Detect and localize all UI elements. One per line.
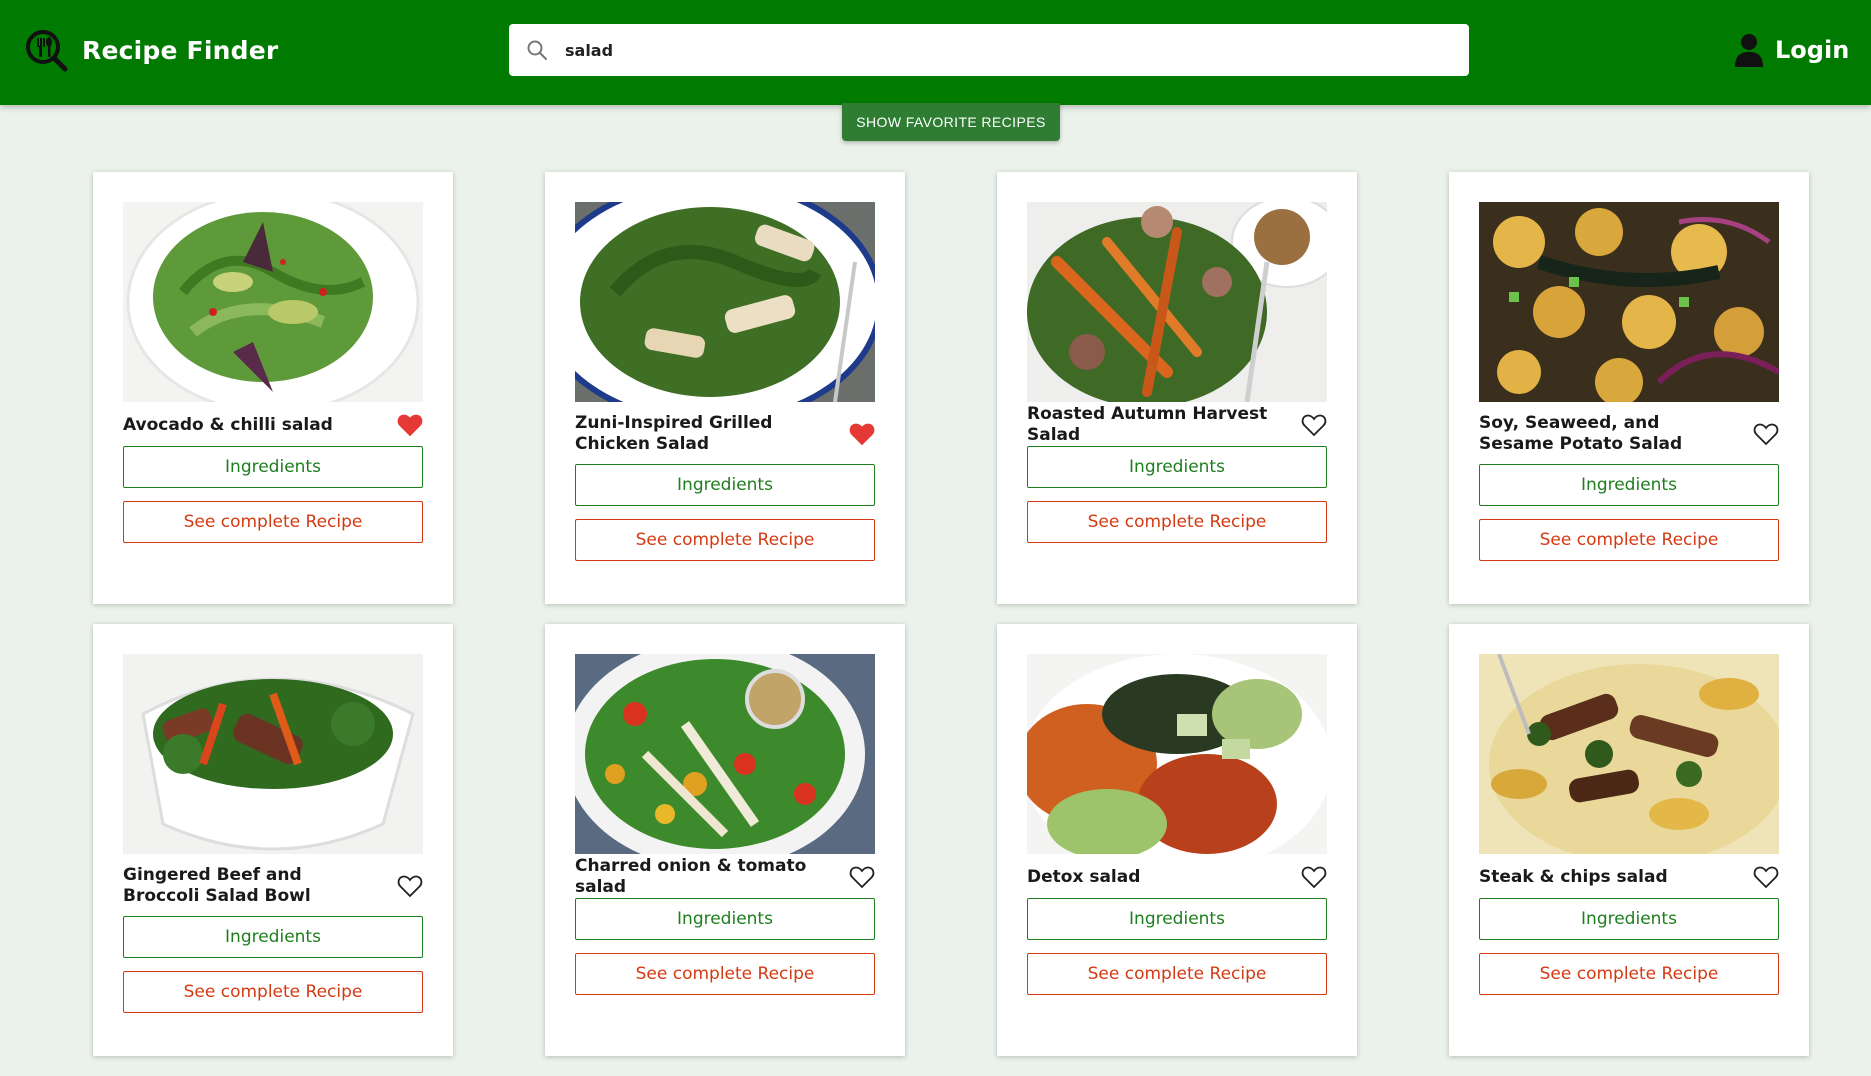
- recipe-image: [1479, 202, 1779, 402]
- app-title: Recipe Finder: [82, 35, 279, 65]
- favorite-heart-icon[interactable]: [1753, 865, 1779, 889]
- login-label: Login: [1775, 36, 1850, 64]
- see-recipe-button[interactable]: See complete Recipe: [123, 501, 423, 543]
- search-bar[interactable]: [509, 24, 1469, 76]
- ingredients-button[interactable]: Ingredients: [1027, 898, 1327, 940]
- ingredients-button[interactable]: Ingredients: [575, 464, 875, 506]
- recipe-card: Soy, Seaweed, and Sesame Potato Salad In…: [1449, 172, 1809, 604]
- ingredients-button[interactable]: Ingredients: [123, 916, 423, 958]
- recipe-title: Avocado & chilli salad: [123, 414, 333, 435]
- recipe-image: [1027, 654, 1327, 854]
- ingredients-button[interactable]: Ingredients: [1479, 898, 1779, 940]
- app-header: Recipe Finder Login: [0, 0, 1871, 105]
- search-input[interactable]: [565, 30, 1445, 70]
- favorite-heart-icon[interactable]: [849, 865, 875, 889]
- recipe-card: Roasted Autumn Harvest Salad Ingredients…: [997, 172, 1357, 604]
- see-recipe-button[interactable]: See complete Recipe: [575, 953, 875, 995]
- favorite-heart-icon[interactable]: [397, 874, 423, 898]
- favorite-heart-icon[interactable]: [1301, 413, 1327, 437]
- recipe-title: Gingered Beef and Broccoli Salad Bowl: [123, 865, 311, 906]
- recipe-image: [123, 654, 423, 854]
- see-recipe-button[interactable]: See complete Recipe: [1027, 953, 1327, 995]
- recipe-card: Gingered Beef and Broccoli Salad Bowl In…: [93, 624, 453, 1056]
- recipe-title: Roasted Autumn Harvest Salad: [1027, 404, 1268, 445]
- user-icon: [1735, 34, 1763, 67]
- recipe-title: Charred onion & tomato salad: [575, 856, 807, 897]
- brand[interactable]: Recipe Finder: [24, 28, 278, 72]
- ingredients-button[interactable]: Ingredients: [1479, 464, 1779, 506]
- favorite-heart-icon[interactable]: [1301, 865, 1327, 889]
- see-recipe-button[interactable]: See complete Recipe: [1027, 501, 1327, 543]
- recipe-image: [123, 202, 423, 402]
- recipe-card: Charred onion & tomato salad Ingredients…: [545, 624, 905, 1056]
- recipe-card: Zuni-Inspired Grilled Chicken Salad Ingr…: [545, 172, 905, 604]
- recipe-card: Avocado & chilli salad Ingredients See c…: [93, 172, 453, 604]
- see-recipe-button[interactable]: See complete Recipe: [123, 971, 423, 1013]
- recipe-title: Detox salad: [1027, 866, 1141, 887]
- ingredients-button[interactable]: Ingredients: [1027, 446, 1327, 488]
- see-recipe-button[interactable]: See complete Recipe: [575, 519, 875, 561]
- show-favorites-button[interactable]: SHOW FAVORITE RECIPES: [842, 103, 1060, 141]
- recipe-title: Soy, Seaweed, and Sesame Potato Salad: [1479, 413, 1683, 454]
- search-icon: [527, 40, 547, 60]
- recipe-image: [575, 202, 875, 402]
- ingredients-button[interactable]: Ingredients: [123, 446, 423, 488]
- favorite-heart-icon[interactable]: [1753, 422, 1779, 446]
- recipe-card: Steak & chips salad Ingredients See comp…: [1449, 624, 1809, 1056]
- recipe-image: [1479, 654, 1779, 854]
- recipe-card: Detox salad Ingredients See complete Rec…: [997, 624, 1357, 1056]
- favorite-heart-icon[interactable]: [849, 422, 875, 446]
- recipe-image: [575, 654, 875, 854]
- login-button[interactable]: Login: [1733, 33, 1849, 67]
- favorite-heart-icon[interactable]: [397, 413, 423, 437]
- see-recipe-button[interactable]: See complete Recipe: [1479, 953, 1779, 995]
- recipe-title: Steak & chips salad: [1479, 866, 1668, 887]
- recipe-search-logo-icon: [26, 30, 68, 72]
- ingredients-button[interactable]: Ingredients: [575, 898, 875, 940]
- see-recipe-button[interactable]: See complete Recipe: [1479, 519, 1779, 561]
- recipe-image: [1027, 202, 1327, 402]
- recipe-title: Zuni-Inspired Grilled Chicken Salad: [575, 413, 773, 454]
